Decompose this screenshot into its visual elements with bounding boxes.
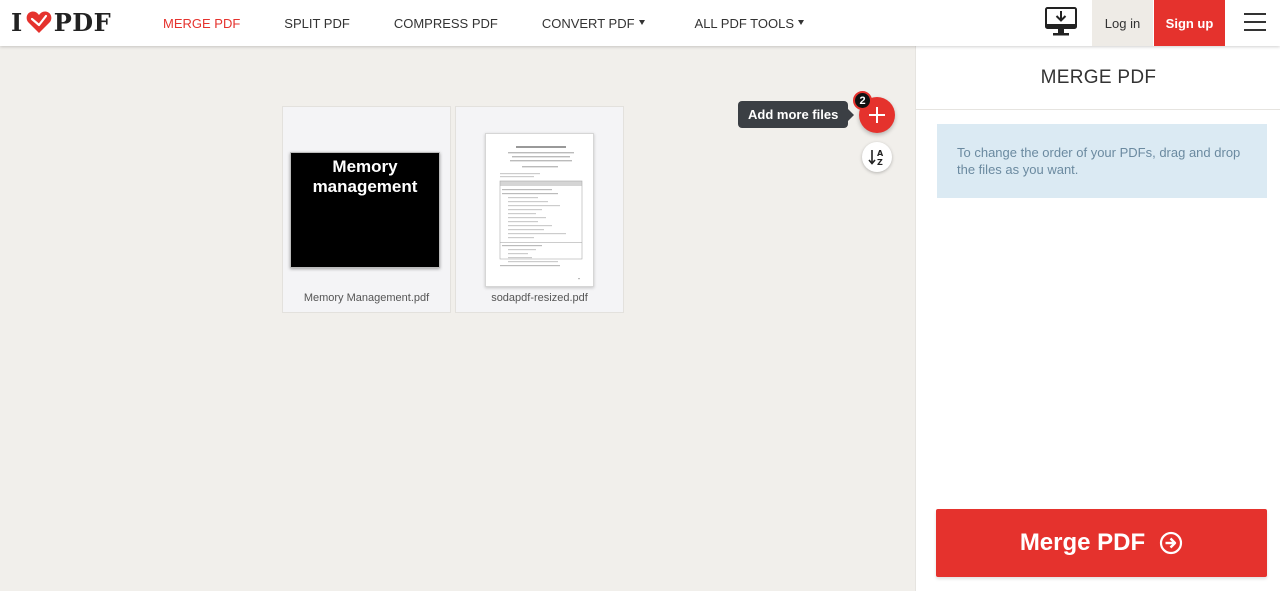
merge-pdf-button[interactable]: Merge PDF xyxy=(936,509,1267,577)
document-page-preview xyxy=(499,146,583,280)
thumbnail-title: Memory management xyxy=(312,157,418,196)
caret-down-icon xyxy=(638,19,645,25)
file-count-badge: 2 xyxy=(853,91,872,110)
nav-compress-pdf-label: COMPRESS PDF xyxy=(393,15,498,31)
file-card-memory-management[interactable]: Memory management Memory Management.pdf xyxy=(282,106,451,313)
nav-convert-pdf[interactable]: CONVERT PDF xyxy=(542,16,645,31)
main-nav: MERGE PDF SPLIT PDF COMPRESS PDF CONVERT… xyxy=(163,0,804,46)
nav-merge-pdf[interactable]: MERGE PDF xyxy=(163,16,240,31)
svg-text:Z: Z xyxy=(877,158,883,167)
hamburger-menu-icon[interactable] xyxy=(1244,13,1266,31)
nav-split-pdf-label: SPLIT PDF xyxy=(284,15,350,31)
ilovepdf-logo[interactable]: I PDF xyxy=(11,7,112,37)
logo-text-right: PDF xyxy=(53,7,112,37)
add-more-files-tooltip: Add more files xyxy=(738,101,855,128)
nav-split-pdf[interactable]: SPLIT PDF xyxy=(284,16,350,31)
nav-merge-pdf-label: MERGE PDF xyxy=(163,15,241,31)
signup-button[interactable]: Sign up xyxy=(1154,0,1225,46)
tool-sidebar: MERGE PDF To change the order of your PD… xyxy=(915,46,1280,591)
nav-compress-pdf[interactable]: COMPRESS PDF xyxy=(394,16,498,31)
file-thumbnail xyxy=(485,133,594,287)
desktop-download-icon[interactable] xyxy=(1044,6,1078,38)
info-message: To change the order of your PDFs, drag a… xyxy=(937,124,1267,198)
sort-az-icon: A Z xyxy=(868,149,884,167)
arrow-circle-right-icon xyxy=(1160,531,1183,555)
file-workspace: Memory management Memory Management.pdf xyxy=(0,46,915,591)
nav-convert-pdf-label: CONVERT PDF xyxy=(541,15,635,31)
file-thumbnail: Memory management xyxy=(290,152,440,268)
svg-text:A: A xyxy=(877,149,884,158)
top-navbar: I PDF MERGE PDF SPLIT PDF COMPRESS PDF C… xyxy=(0,0,1280,46)
nav-all-pdf-tools[interactable]: ALL PDF TOOLS xyxy=(695,16,804,31)
file-card-sodapdf-resized[interactable]: sodapdf-resized.pdf xyxy=(455,106,624,313)
caret-down-icon xyxy=(798,19,804,25)
sort-az-button[interactable]: A Z xyxy=(862,142,892,172)
merge-pdf-button-label: Merge PDF xyxy=(1019,529,1146,556)
nav-all-pdf-tools-label: ALL PDF TOOLS xyxy=(694,15,794,31)
heart-logo-icon xyxy=(26,11,52,33)
logo-text-left: I xyxy=(11,7,23,37)
file-name: sodapdf-resized.pdf xyxy=(491,292,588,304)
file-name: Memory Management.pdf xyxy=(303,292,430,304)
sidebar-title: MERGE PDF xyxy=(916,46,1280,110)
login-button[interactable]: Log in xyxy=(1092,0,1153,46)
